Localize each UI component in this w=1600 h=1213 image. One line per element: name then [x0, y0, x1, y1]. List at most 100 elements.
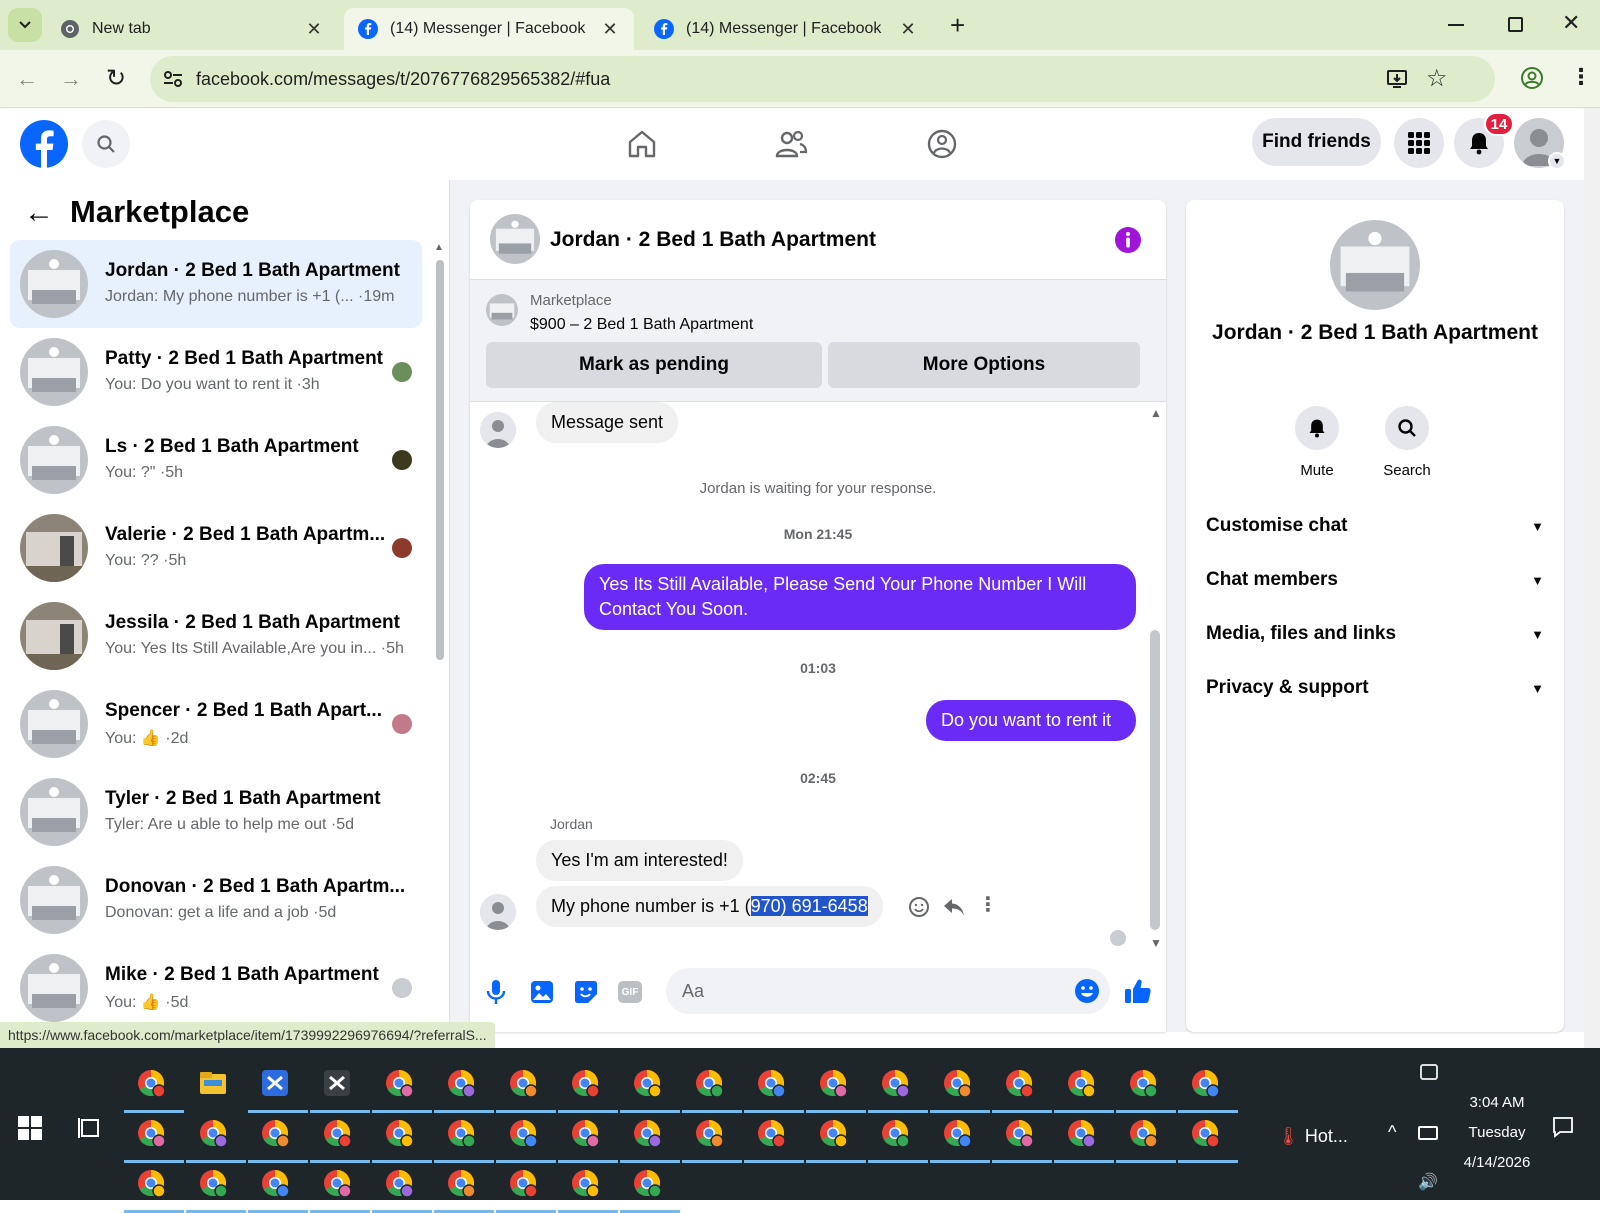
customise-chat-row[interactable]: Customise chat ▼	[1206, 506, 1544, 546]
windows-start-icon[interactable]	[18, 1116, 42, 1140]
scroll-up-icon[interactable]: ▲	[434, 242, 444, 253]
chrome-profile-icon[interactable]	[632, 1118, 668, 1154]
chrome-profile-icon[interactable]	[1004, 1118, 1040, 1154]
chrome-profile-icon[interactable]	[694, 1118, 730, 1154]
conversation-item[interactable]: Valerie · 2 Bed 1 Bath Apartm... You: ??…	[10, 504, 422, 592]
chrome-profile-icon[interactable]	[1128, 1118, 1164, 1154]
chat-members-row[interactable]: Chat members ▼	[1206, 560, 1544, 600]
message-input[interactable]: Aa	[666, 968, 1110, 1014]
listing-title[interactable]: $900 – 2 Bed 1 Bath Apartment	[530, 316, 753, 334]
tab-search-button[interactable]	[8, 8, 42, 42]
tab-new-tab[interactable]: New tab ✕	[46, 8, 338, 50]
home-icon[interactable]	[626, 128, 658, 160]
chrome-profile-icon[interactable]	[1066, 1068, 1102, 1104]
chrome-profile-icon[interactable]	[508, 1118, 544, 1154]
minimize-window-icon[interactable]	[1448, 24, 1464, 26]
conversation-avatar[interactable]	[1330, 220, 1420, 310]
restore-window-icon[interactable]	[1508, 17, 1523, 32]
chrome-profile-icon[interactable]	[136, 1168, 172, 1204]
chrome-profile-icon[interactable]	[508, 1168, 544, 1204]
close-window-icon[interactable]: ✕	[1562, 10, 1580, 36]
system-clock[interactable]: 3:04 AM Tuesday 4/14/2026	[1452, 1088, 1542, 1178]
page-scrollbar[interactable]	[1584, 108, 1600, 1048]
address-bar[interactable]: facebook.com/messages/t/2076776829565382…	[150, 56, 1495, 102]
conversation-item[interactable]: Jordan · 2 Bed 1 Bath Apartment Jordan: …	[10, 240, 422, 328]
chat-title[interactable]: Jordan · 2 Bed 1 Bath Apartment	[550, 228, 876, 252]
task-view-icon[interactable]	[78, 1116, 102, 1140]
message-bubble-incoming[interactable]: Yes I'm am interested!	[536, 840, 743, 881]
chrome-profile-icon[interactable]	[384, 1118, 420, 1154]
mute-button[interactable]: Mute	[1282, 406, 1352, 479]
scroll-down-icon[interactable]: ▼	[1150, 936, 1162, 950]
network-icon[interactable]	[1418, 1126, 1438, 1140]
site-settings-icon[interactable]	[162, 69, 184, 89]
chrome-profile-icon[interactable]	[570, 1118, 606, 1154]
sender-avatar[interactable]	[480, 894, 516, 930]
friends-icon[interactable]	[774, 128, 808, 160]
chrome-profile-icon[interactable]	[136, 1068, 172, 1104]
facebook-logo-icon[interactable]	[20, 120, 68, 168]
chrome-profile-icon[interactable]	[942, 1118, 978, 1154]
chrome-profile-icon[interactable]	[1190, 1118, 1226, 1154]
sticker-icon[interactable]	[574, 980, 598, 1004]
chrome-profile-icon[interactable]	[198, 1168, 234, 1204]
gaming-icon[interactable]	[926, 128, 958, 160]
message-bubble-outgoing[interactable]: Do you want to rent it	[926, 700, 1136, 741]
back-arrow-icon[interactable]: ←	[24, 196, 54, 230]
conversation-item[interactable]: Mike · 2 Bed 1 Bath Apartment You: 👍 ·5d	[10, 944, 422, 1032]
react-emoji-icon[interactable]	[908, 896, 930, 918]
menu-button[interactable]	[1394, 118, 1444, 168]
find-friends-button[interactable]: Find friends	[1252, 118, 1381, 166]
tab-messenger[interactable]: (14) Messenger | Facebook ✕	[640, 8, 932, 50]
chrome-profile-icon[interactable]	[260, 1118, 296, 1154]
forward-icon[interactable]: →	[60, 66, 82, 92]
close-tab-icon[interactable]: ✕	[304, 19, 324, 40]
photo-icon[interactable]	[530, 980, 554, 1004]
chrome-profile-icon[interactable]	[756, 1118, 792, 1154]
meet-now-icon[interactable]	[1420, 1064, 1438, 1080]
sender-avatar[interactable]	[480, 412, 516, 448]
chrome-profile-icon[interactable]	[322, 1168, 358, 1204]
chrome-profile-icon[interactable]	[632, 1068, 668, 1104]
chrome-profile-icon[interactable]	[136, 1118, 172, 1154]
info-icon[interactable]	[1114, 226, 1142, 254]
chevron-up-icon[interactable]: ^	[1388, 1122, 1396, 1143]
reply-icon[interactable]	[942, 896, 966, 918]
chrome-profile-icon[interactable]	[880, 1068, 916, 1104]
chrome-profile-icon[interactable]	[694, 1068, 730, 1104]
app-icon[interactable]	[260, 1068, 296, 1104]
chat-avatar[interactable]	[490, 214, 540, 264]
emoji-icon[interactable]	[1074, 978, 1100, 1004]
chrome-profile-icon[interactable]	[384, 1068, 420, 1104]
message-bubble-incoming[interactable]: Message sent	[536, 402, 679, 443]
close-tab-icon[interactable]: ✕	[898, 19, 918, 40]
chrome-profile-icon[interactable]	[1190, 1068, 1226, 1104]
chrome-profile-icon[interactable]	[446, 1068, 482, 1104]
profile-icon[interactable]	[1520, 66, 1544, 90]
search-facebook-button[interactable]	[82, 120, 130, 168]
install-app-icon[interactable]	[1386, 68, 1408, 90]
conversation-item[interactable]: Patty · 2 Bed 1 Bath Apartment You: Do y…	[10, 328, 422, 416]
reload-icon[interactable]: ↻	[106, 64, 126, 93]
sidebar-scrollbar[interactable]	[436, 260, 444, 660]
chrome-profile-icon[interactable]	[818, 1118, 854, 1154]
message-bubble-outgoing[interactable]: Yes Its Still Available, Please Send You…	[584, 564, 1136, 630]
account-chevron-icon[interactable]: ▼	[1548, 152, 1566, 170]
scroll-up-icon[interactable]: ▲	[1150, 406, 1162, 420]
chrome-profile-icon[interactable]	[1128, 1068, 1164, 1104]
selected-phone-text[interactable]: 970) 691-6458	[750, 896, 868, 916]
chrome-profile-icon[interactable]	[880, 1118, 916, 1154]
conversation-item[interactable]: Ls · 2 Bed 1 Bath Apartment You: ?" ·5h	[10, 416, 422, 504]
chrome-profile-icon[interactable]	[384, 1168, 420, 1204]
conversation-item[interactable]: Spencer · 2 Bed 1 Bath Apart... You: 👍 ·…	[10, 680, 422, 768]
tab-messenger-active[interactable]: (14) Messenger | Facebook ✕	[344, 8, 634, 50]
chrome-profile-icon[interactable]	[260, 1168, 296, 1204]
chrome-profile-icon[interactable]	[1004, 1068, 1040, 1104]
chrome-profile-icon[interactable]	[322, 1118, 358, 1154]
search-in-chat-button[interactable]: Search	[1372, 406, 1442, 479]
conversation-item[interactable]: Jessila · 2 Bed 1 Bath Apartment You: Ye…	[10, 592, 422, 680]
chrome-profile-icon[interactable]	[818, 1068, 854, 1104]
media-files-links-row[interactable]: Media, files and links ▼	[1206, 614, 1544, 654]
chrome-profile-icon[interactable]	[446, 1118, 482, 1154]
gif-icon[interactable]: GIF	[618, 981, 642, 1003]
